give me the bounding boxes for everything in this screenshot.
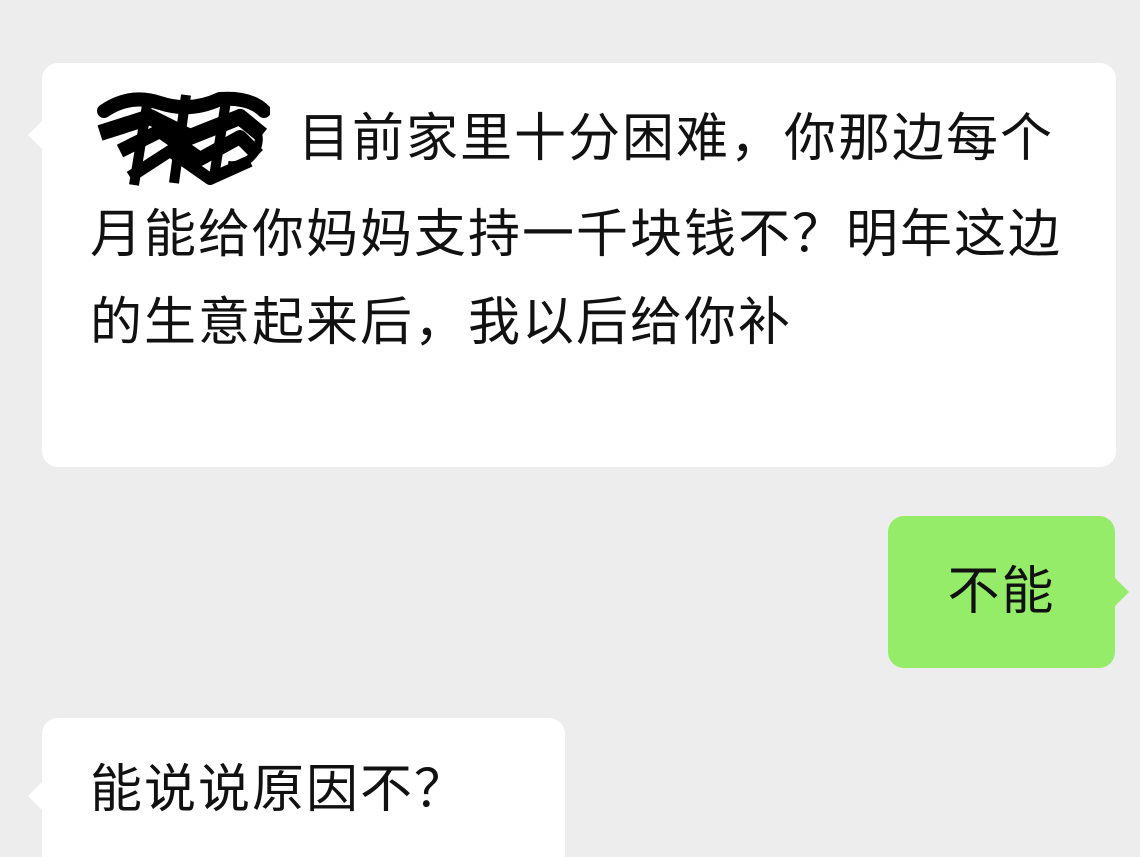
- sent-message-bubble[interactable]: 不能: [888, 516, 1129, 668]
- bubble-tail: [1115, 578, 1129, 606]
- received-message-bubble[interactable]: 能说说原因不？: [28, 718, 565, 857]
- chat-window: 目前家里十分困难，你那边每个月能给你妈妈支持一千块钱不？明年这边的生意起来后，我…: [0, 0, 1140, 857]
- message-text: 能说说原因不？: [90, 760, 469, 820]
- received-message-bubble[interactable]: 目前家里十分困难，你那边每个月能给你妈妈支持一千块钱不？明年这边的生意起来后，我…: [28, 63, 1116, 467]
- redaction-scribble-icon: [97, 91, 270, 186]
- bubble-tail: [28, 782, 42, 810]
- bubble-tail: [28, 121, 42, 149]
- message-text: 不能: [947, 562, 1056, 622]
